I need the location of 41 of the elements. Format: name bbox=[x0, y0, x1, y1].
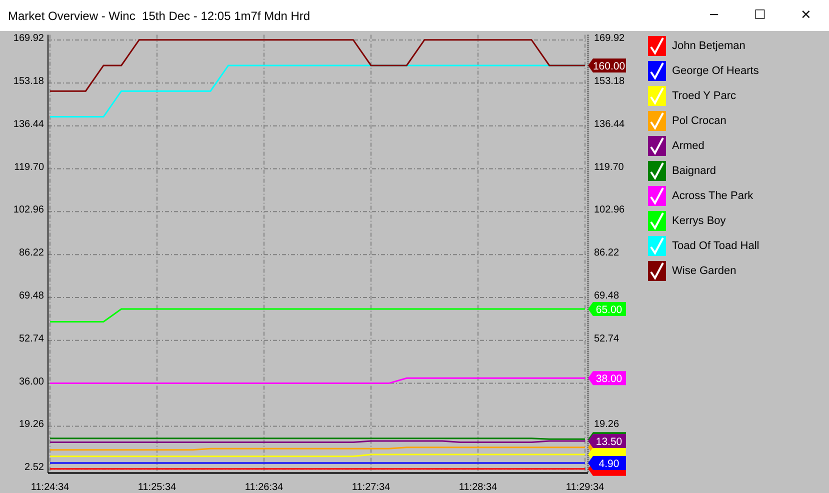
y-axis-label: 153.18 bbox=[13, 76, 44, 87]
legend-label: Troed Y Parc bbox=[672, 90, 736, 102]
y-axis-label: 52.74 bbox=[18, 333, 44, 344]
value-badge: 65.00 bbox=[588, 302, 626, 316]
y-axis-label: 169.92 bbox=[594, 33, 625, 44]
value-badge: 4.90 bbox=[588, 456, 626, 470]
legend-label: Pol Crocan bbox=[672, 115, 726, 127]
y-axis-label: 69.48 bbox=[594, 290, 620, 302]
value-badge: 38.00 bbox=[588, 371, 626, 386]
y-axis-label: 2.52 bbox=[24, 462, 44, 474]
value-badge: 160.00 bbox=[588, 58, 626, 72]
legend-label: John Betjeman bbox=[672, 40, 746, 52]
y-axis-label: 69.48 bbox=[18, 290, 44, 302]
y-axis-label: 153.18 bbox=[594, 76, 625, 87]
x-axis-label: 11:28:34 bbox=[458, 482, 498, 493]
y-axis-label: 86.22 bbox=[18, 248, 44, 259]
x-axis-label: 11:25:34 bbox=[138, 482, 176, 493]
y-axis-label: 19.26 bbox=[18, 419, 44, 430]
x-axis-label: 11:27:34 bbox=[352, 482, 390, 493]
y-axis-label: 169.92 bbox=[13, 33, 44, 44]
y-axis-label: 52.74 bbox=[594, 333, 620, 344]
legend-label: George Of Hearts bbox=[672, 65, 759, 77]
x-axis-label: 11:26:34 bbox=[244, 482, 284, 493]
legend-label: Kerrys Boy bbox=[672, 215, 726, 227]
legend-label: Armed bbox=[672, 140, 704, 152]
y-axis-label: 102.96 bbox=[594, 204, 625, 216]
y-axis-label: 102.96 bbox=[13, 204, 44, 216]
y-axis-label: 136.44 bbox=[13, 118, 44, 130]
y-axis-label: 86.22 bbox=[594, 248, 620, 259]
x-axis-label: 11:24:34 bbox=[30, 482, 70, 493]
y-axis-label: 136.44 bbox=[594, 118, 625, 130]
legend-label: Baignard bbox=[672, 165, 716, 177]
y-axis-label: 119.70 bbox=[14, 162, 44, 173]
y-axis-label: 119.70 bbox=[594, 162, 624, 173]
window-title: Market Overview - Winc 15th Dec - 12:05 1m7f Mdn Hrd bbox=[7, 8, 310, 22]
y-axis-label: 36.00 bbox=[18, 376, 44, 388]
x-axis-label: 11:29:34 bbox=[566, 482, 604, 493]
legend-label: Wise Garden bbox=[672, 265, 736, 277]
legend-label: Toad Of Toad Hall bbox=[672, 240, 760, 252]
legend-label: Across The Park bbox=[672, 190, 754, 202]
y-axis-label: 19.26 bbox=[594, 419, 620, 430]
